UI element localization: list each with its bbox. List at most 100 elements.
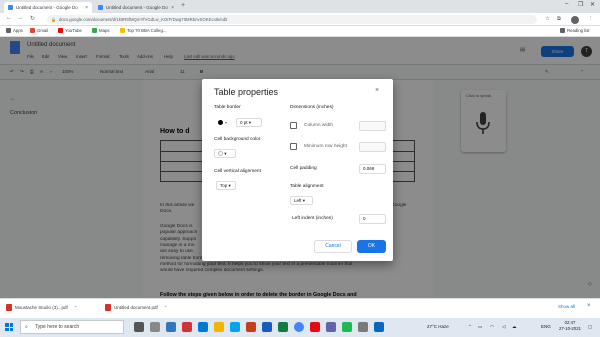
edge-browser-icon[interactable] [198,322,208,332]
chrome-icon[interactable] [294,322,304,332]
border-color-swatch[interactable] [218,120,223,125]
mail-app-icon[interactable] [166,322,176,332]
wifi-icon[interactable]: ◠ [490,324,494,330]
new-tab-button[interactable]: + [181,2,185,9]
apps-grid-icon [6,28,11,33]
onedrive-icon[interactable]: ☁ [512,324,517,330]
volume-icon[interactable]: ◁ [502,324,505,330]
chevron-up-icon[interactable]: ⌃ [74,305,78,311]
battery-icon[interactable]: ▭ [478,324,482,330]
reading-list[interactable]: Reading list [560,28,589,33]
more-menu-icon[interactable]: ⋮ [588,16,594,22]
cortana-icon[interactable] [134,322,144,332]
teams-icon[interactable] [326,322,336,332]
back-icon[interactable]: ← [6,15,12,21]
dimensions-label: Dimensions (inches) [290,105,334,110]
chevron-up-icon[interactable]: ⌃ [164,305,168,311]
border-color-dropdown-icon[interactable]: ▾ [225,120,227,125]
netflix-icon[interactable] [310,322,320,332]
maps-icon [92,28,97,33]
gmail-icon [30,28,35,33]
file-explorer-icon[interactable] [214,322,224,332]
bookmark-star-icon[interactable]: ☆ [545,16,550,22]
close-downloads-icon[interactable]: × [587,303,591,309]
table-border-label: Table border [214,105,241,110]
url-input[interactable]: 🔒 docs.google.com/document/d/1k9R6fMQmYf… [47,15,537,24]
bookmark-gmail[interactable]: Gmail [30,28,48,33]
language-indicator[interactable]: ENG [541,324,551,329]
download-item[interactable]: Untitled document.pdf ⌃ [105,304,168,311]
close-tab-icon[interactable]: × [85,5,88,11]
tab-title: Untitled document - Google Do [16,5,78,10]
cell-background-color-select[interactable]: ▾ [214,149,236,158]
pdf-file-icon [105,304,111,311]
ok-button[interactable]: OK [357,240,386,253]
office-app-icon[interactable] [182,322,192,332]
browser-tab-strip: Untitled document - Google Do × Untitled… [0,0,600,13]
min-row-height-input[interactable] [359,142,386,152]
cell-padding-input[interactable]: 0.069 [359,164,386,174]
spotify-icon[interactable] [342,322,352,332]
download-filename: Untitled document.pdf [114,305,158,310]
column-width-label: Column width [304,123,334,128]
store-app-icon[interactable] [230,322,240,332]
browser-tab-1[interactable]: Untitled document - Google Do × [4,2,92,13]
taskbar-search-input[interactable]: ⌕ Type here to search [20,320,124,334]
docs-favicon-icon [98,5,103,10]
task-view-icon[interactable] [150,322,160,332]
windows-taskbar: ⌕ Type here to search 27°C Haze ⌃ ▭ ◠ ◁ … [0,318,600,337]
left-indent-label: Left indent (inches) [292,216,333,221]
pdf-file-icon [6,304,12,311]
min-row-height-checkbox[interactable] [290,143,297,150]
download-item[interactable]: Moustache Studio (3)...pdf ⌃ [6,304,78,311]
pinned-app-icon[interactable] [374,322,384,332]
bookmarks-bar: Apps Gmail YouTube Maps Top 70 BBA Colle… [0,26,600,37]
bookmark-youtube[interactable]: YouTube [58,28,82,33]
dialog-title: Table properties [214,87,279,97]
reload-icon[interactable]: ↻ [30,15,35,22]
cell-padding-label: Cell padding [290,166,317,171]
column-width-checkbox[interactable] [290,122,297,129]
table-properties-dialog: Table properties × Table border ▾ 0 pt ▾… [202,79,393,261]
system-clock[interactable]: 02:47 27-10-2021 [559,320,581,332]
maximize-icon[interactable]: ❐ [578,1,583,8]
show-all-button[interactable]: Show all [558,304,575,309]
docs-favicon-icon [8,5,13,10]
left-indent-input[interactable]: 0 [359,214,386,224]
vertical-alignment-select[interactable]: Top ▾ [216,181,236,190]
close-icon[interactable]: × [375,87,379,94]
bookmark-bba-colleges[interactable]: Top 70 BBA Colleg... [120,28,166,33]
cell-background-label: Cell background color [214,137,261,142]
excel-icon[interactable] [278,322,288,332]
border-width-select[interactable]: 0 pt ▾ [236,118,262,127]
chevron-down-icon: ▾ [248,120,252,125]
column-width-input[interactable] [359,121,386,131]
powerpoint-icon[interactable] [246,322,256,332]
windows-start-icon[interactable] [5,323,13,331]
cell-vertical-alignment-label: Cell vertical alignment [214,169,261,174]
cancel-button[interactable]: Cancel [314,240,352,253]
close-window-icon[interactable]: ✕ [590,1,595,8]
word-icon[interactable] [262,322,272,332]
weather-widget[interactable]: 27°C Haze [427,324,449,329]
reading-list-icon [560,28,565,33]
bookmark-apps[interactable]: Apps [6,28,23,33]
close-tab-icon[interactable]: × [171,5,174,11]
background-color-swatch [218,151,223,157]
minimize-icon[interactable]: – [565,1,568,7]
site-favicon-icon [120,28,125,33]
profile-avatar[interactable] [571,16,579,24]
forward-icon[interactable]: → [17,15,23,21]
extensions-icon[interactable]: ⧉ [557,16,561,23]
bookmark-maps[interactable]: Maps [92,28,110,33]
settings-gear-icon[interactable] [358,322,368,332]
tray-chevron-icon[interactable]: ⌃ [468,324,472,330]
table-alignment-select[interactable]: Left ▾ [290,196,313,205]
table-alignment-value: Left [294,198,302,203]
url-text: docs.google.com/document/d/1k9R6fMQmYfVG… [59,17,228,22]
browser-tab-2[interactable]: Untitled document - Google Do × [94,2,178,13]
search-placeholder: Type here to search [35,324,80,330]
vertical-alignment-value: Top [220,183,228,188]
notifications-icon[interactable]: ▢ [588,324,592,330]
youtube-icon [58,28,63,33]
